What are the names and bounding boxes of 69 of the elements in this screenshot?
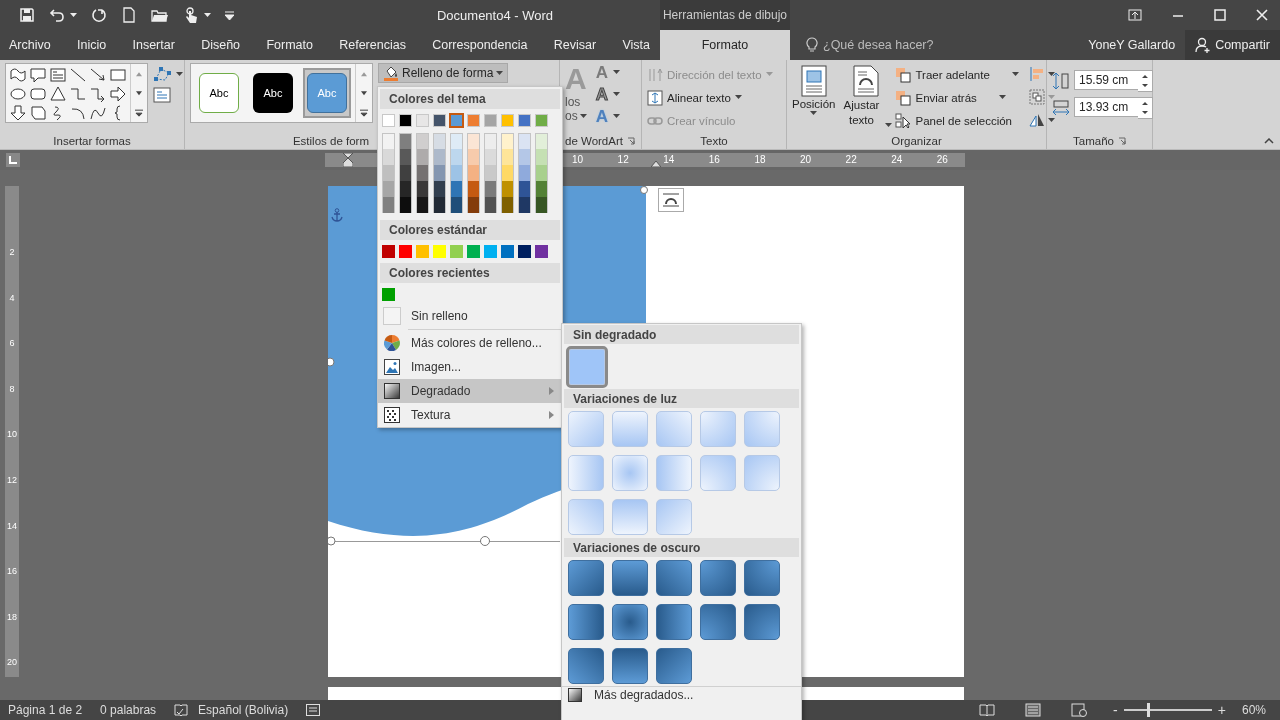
ribbon-tab[interactable]: Formato xyxy=(660,30,790,60)
ribbon-tab[interactable]: Revisar xyxy=(553,30,597,60)
ribbon-tab[interactable]: Vista xyxy=(622,30,650,60)
arrange-command[interactable]: Panel de selección xyxy=(895,109,1019,132)
ribbon-tab[interactable]: Inicio xyxy=(77,30,107,60)
menu-item[interactable]: Imagen... xyxy=(378,355,562,379)
ruler-number: 16 xyxy=(708,153,720,167)
menu-item[interactable]: Más colores de relleno... xyxy=(378,331,562,355)
menu-item[interactable]: Textura xyxy=(378,403,562,427)
wrap-text-button[interactable]: Ajustar texto xyxy=(838,63,894,132)
ruler-number: 14 xyxy=(6,520,18,531)
word-count[interactable]: 0 palabras xyxy=(100,703,157,717)
ruler-number: 22 xyxy=(845,153,857,167)
ruler-number: 26 xyxy=(936,153,948,167)
ruler-number: 4 xyxy=(8,292,16,303)
share-button[interactable]: Compartir xyxy=(1185,30,1280,60)
zoom-in-button[interactable]: + xyxy=(1217,702,1226,718)
ribbon-tab[interactable]: Correspondencia xyxy=(432,30,528,60)
zoom-percent[interactable]: 60% xyxy=(1241,703,1266,717)
menu-section-header: Sin degradado xyxy=(564,325,799,344)
quick-styles-label: os xyxy=(565,109,578,123)
text-command[interactable]: Alinear texto xyxy=(647,86,781,109)
ruler-number: 18 xyxy=(754,153,766,167)
ruler-number: 8 xyxy=(8,383,16,394)
ruler-number: 24 xyxy=(891,153,903,167)
menu-section-header: Colores recientes xyxy=(380,263,560,283)
window-title: Documento4 - Word xyxy=(435,7,555,23)
menu-section-header: Variaciones de luz xyxy=(564,389,799,408)
arrange-command[interactable]: Traer adelante xyxy=(895,63,1019,86)
ruler-number: 20 xyxy=(6,657,18,668)
group-label: Organizar xyxy=(891,134,942,147)
group-label: de WordArt xyxy=(565,134,623,147)
ribbon-tab[interactable]: Insertar xyxy=(132,30,175,60)
menu-section-header: Colores del tema xyxy=(380,89,560,109)
menu-item[interactable]: Más degradados... xyxy=(562,686,801,703)
group-label: Tamaño xyxy=(1073,134,1114,147)
ribbon-tab[interactable]: Formato xyxy=(266,30,313,60)
ribbon-tab[interactable]: Archivo xyxy=(9,30,51,60)
ruler-number: 16 xyxy=(6,566,18,577)
menu-section-header: Variaciones de oscuro xyxy=(564,538,799,557)
ruler-number: 10 xyxy=(6,429,18,440)
ribbon-tab[interactable]: Referencias xyxy=(339,30,406,60)
page-count[interactable]: Página 1 de 2 xyxy=(8,703,83,717)
arrange-command[interactable]: Enviar atrás xyxy=(895,86,1019,109)
menu-section-header: Colores estándar xyxy=(380,220,560,240)
ruler-number: 12 xyxy=(6,475,18,485)
language[interactable]: Español (Bolivia) xyxy=(198,703,289,717)
menu-item[interactable]: Degradado xyxy=(378,379,562,403)
ruler-number: 6 xyxy=(8,338,16,349)
ruler-number: 12 xyxy=(617,153,629,167)
ribbon-tab[interactable]: Diseño xyxy=(201,30,241,60)
group-label: Estilos de form xyxy=(292,134,369,147)
width-field[interactable]: 13.93 cm xyxy=(1074,97,1138,117)
ruler-number: 10 xyxy=(572,153,584,167)
ruler-number: 18 xyxy=(6,611,18,622)
shape-fill-button[interactable]: Relleno de forma xyxy=(378,63,509,83)
contextual-tab-header: Herramientas de dibujo xyxy=(660,0,790,30)
tell-me-field[interactable]: ¿Qué desea hacer? xyxy=(823,38,953,52)
position-button[interactable]: Posición xyxy=(791,63,837,132)
ruler-number: 14 xyxy=(663,153,675,167)
height-field[interactable]: 15.59 cm xyxy=(1074,70,1138,90)
group-label: Texto xyxy=(700,134,728,147)
quick-styles-label: los xyxy=(565,95,581,109)
ruler-number: 2 xyxy=(8,247,16,257)
ruler-number: 20 xyxy=(800,153,812,167)
zoom-out-button[interactable]: - xyxy=(1113,702,1118,718)
group-label: Insertar formas xyxy=(53,134,131,147)
user-name[interactable]: YoneY Gallardo xyxy=(1088,30,1186,60)
menu-item[interactable]: Sin relleno xyxy=(378,304,562,328)
